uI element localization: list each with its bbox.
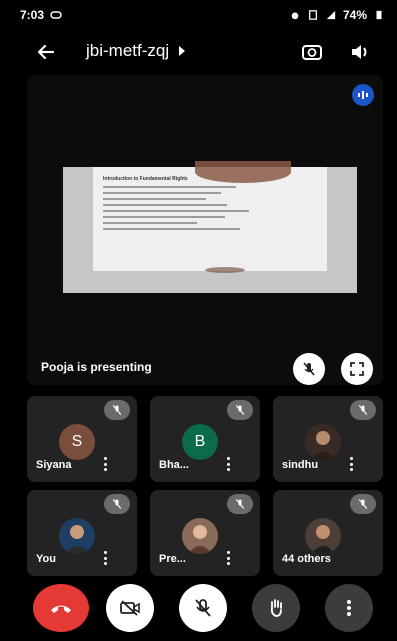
audio-output-button[interactable] bbox=[346, 38, 374, 66]
mic-off-icon bbox=[358, 499, 368, 509]
participant-name: Bha... bbox=[159, 459, 189, 471]
presenter-mute-button[interactable] bbox=[293, 353, 325, 385]
avatar-photo bbox=[59, 518, 95, 554]
alarm-icon bbox=[291, 12, 299, 20]
mic-off-icon bbox=[195, 599, 211, 617]
notification-icon bbox=[50, 11, 62, 19]
back-button[interactable] bbox=[32, 38, 60, 66]
participant-indicator-badge[interactable] bbox=[352, 84, 374, 106]
call-controls-bar bbox=[0, 584, 397, 641]
mic-off-badge bbox=[227, 494, 253, 514]
presenter-label: Pooja is presenting bbox=[41, 360, 152, 374]
switch-camera-icon bbox=[302, 45, 322, 60]
participant-name: Siyana bbox=[36, 459, 72, 471]
more-options-button[interactable] bbox=[325, 584, 373, 632]
avatar: S bbox=[59, 424, 95, 460]
participant-menu-button[interactable] bbox=[347, 454, 355, 474]
person-silhouette-icon bbox=[311, 431, 335, 460]
participant-tile[interactable]: You bbox=[27, 490, 137, 576]
avatar-photo bbox=[182, 518, 218, 554]
shared-slide: Introduction to Fundamental Rights bbox=[63, 161, 357, 293]
mic-off-icon bbox=[112, 405, 122, 415]
person-silhouette-icon bbox=[188, 525, 212, 554]
avatar-photo bbox=[305, 518, 341, 554]
mic-off-icon bbox=[358, 405, 368, 415]
mic-off-badge bbox=[104, 400, 130, 420]
avatar-photo bbox=[305, 424, 341, 460]
participant-name: You bbox=[36, 553, 56, 565]
participant-menu-button[interactable] bbox=[224, 454, 232, 474]
participant-name: sindhu bbox=[282, 459, 319, 471]
meeting-code: jbi-metf-zqj bbox=[86, 41, 170, 60]
participant-name: 44 others bbox=[282, 553, 331, 565]
slide-page: Introduction to Fundamental Rights bbox=[93, 161, 327, 273]
status-bar: 7:03 74% bbox=[0, 0, 397, 30]
mic-off-badge bbox=[227, 400, 253, 420]
mic-off-icon bbox=[303, 362, 315, 376]
mic-off-badge bbox=[350, 494, 376, 514]
sim-icon bbox=[309, 10, 317, 20]
meeting-title-button[interactable]: jbi-metf-zqj bbox=[86, 41, 186, 61]
end-call-icon bbox=[51, 605, 71, 613]
participant-tile[interactable]: B Bha... bbox=[150, 396, 260, 482]
signal-icon bbox=[326, 10, 336, 20]
participant-tile[interactable]: Pre... bbox=[150, 490, 260, 576]
slide-decoration-bottom bbox=[205, 267, 245, 273]
back-arrow-icon bbox=[37, 44, 55, 60]
avatar: B bbox=[182, 424, 218, 460]
mic-off-icon bbox=[235, 405, 245, 415]
battery-icon bbox=[376, 10, 382, 20]
switch-camera-button[interactable] bbox=[298, 38, 326, 66]
participant-menu-button[interactable] bbox=[224, 548, 232, 568]
participant-name: Pre... bbox=[159, 553, 186, 565]
camera-toggle-button[interactable] bbox=[106, 584, 154, 632]
person-silhouette-icon bbox=[65, 525, 89, 554]
mic-off-icon bbox=[112, 499, 122, 509]
participant-tile[interactable]: 44 others bbox=[273, 490, 383, 576]
speaker-icon bbox=[352, 45, 367, 59]
camera-off-icon bbox=[120, 600, 140, 616]
raise-hand-icon bbox=[270, 599, 282, 617]
mic-off-badge bbox=[104, 494, 130, 514]
raise-hand-button[interactable] bbox=[252, 584, 300, 632]
fullscreen-icon bbox=[350, 362, 364, 376]
status-time: 7:03 bbox=[20, 8, 45, 22]
meeting-top-bar: jbi-metf-zqj bbox=[0, 30, 397, 74]
participant-tile[interactable]: S Siyana bbox=[27, 396, 137, 482]
slide-text-lines bbox=[103, 186, 317, 230]
fullscreen-button[interactable] bbox=[341, 353, 373, 385]
mic-off-badge bbox=[350, 400, 376, 420]
chevron-right-icon bbox=[179, 46, 186, 56]
battery-percent: 74% bbox=[342, 8, 367, 22]
audio-level-icon bbox=[358, 91, 368, 99]
mic-toggle-button[interactable] bbox=[179, 584, 227, 632]
end-call-button[interactable] bbox=[33, 584, 89, 632]
participant-menu-button[interactable] bbox=[101, 548, 109, 568]
more-options-icon bbox=[347, 600, 351, 616]
person-silhouette-icon bbox=[311, 525, 335, 554]
participant-menu-button[interactable] bbox=[101, 454, 109, 474]
participant-tile[interactable]: sindhu bbox=[273, 396, 383, 482]
slide-decoration bbox=[195, 161, 291, 183]
mic-off-icon bbox=[235, 499, 245, 509]
presentation-stage[interactable]: Introduction to Fundamental Rights Pooja… bbox=[27, 75, 383, 385]
